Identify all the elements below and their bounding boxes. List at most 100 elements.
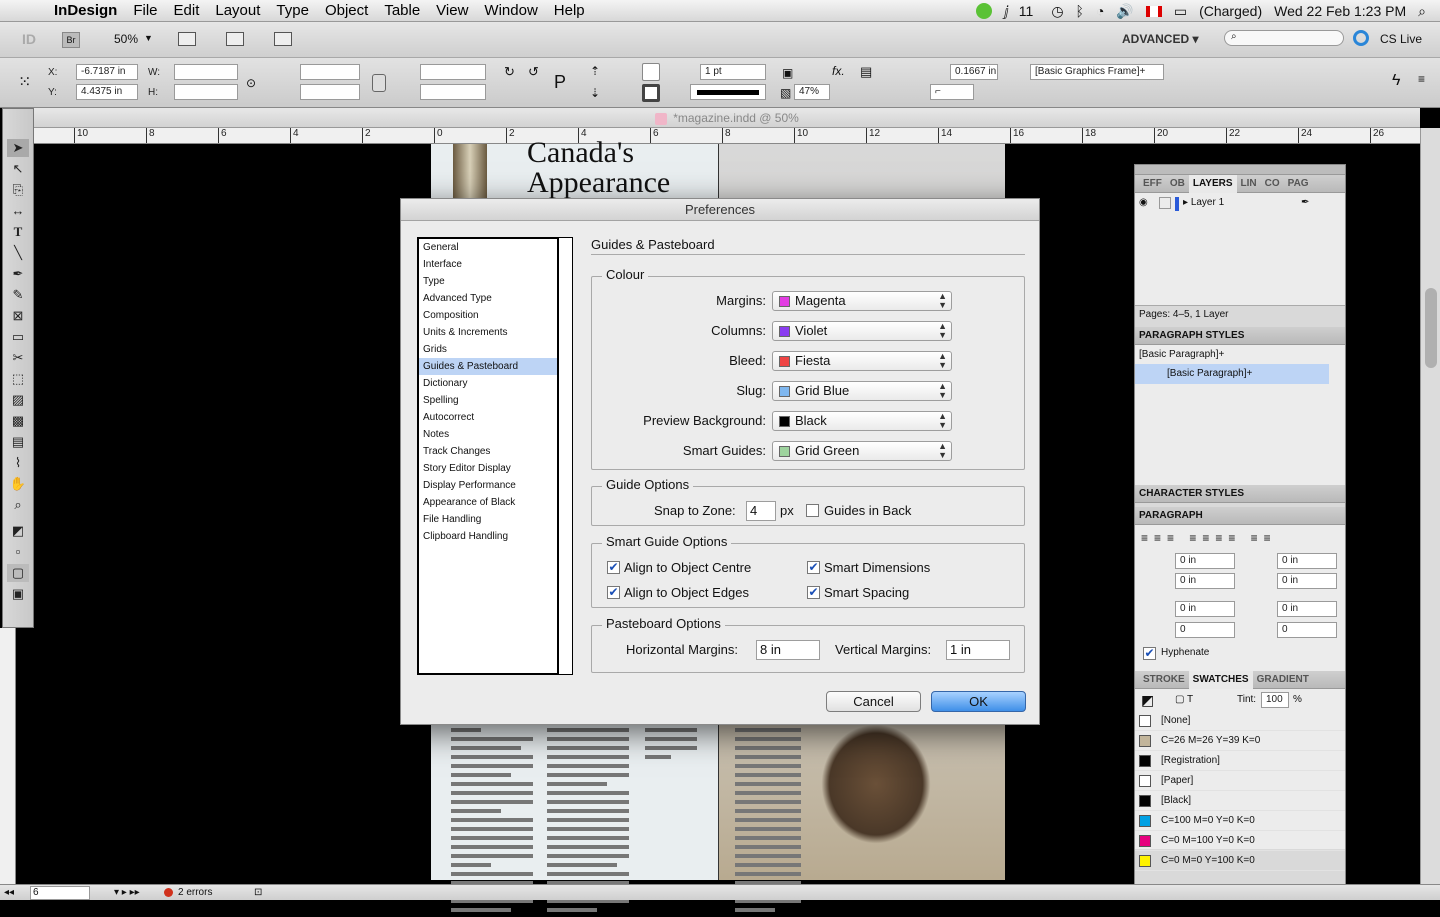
formatting-container-icon[interactable]: ▢ T (1175, 694, 1193, 705)
menu-help[interactable]: Help (546, 2, 593, 19)
formatting-affects-icon[interactable]: ▫ (7, 543, 29, 561)
slug-colour-select[interactable]: Grid Blue ▲ ▼ (772, 381, 952, 401)
effects-icon[interactable]: fx. (832, 64, 845, 78)
page-tool-icon[interactable]: ⎘ (7, 181, 29, 199)
direct-selection-tool-icon[interactable]: ↖ (7, 160, 29, 178)
scissors-tool-icon[interactable]: ✂ (7, 349, 29, 367)
canada-flag-icon[interactable] (1145, 5, 1162, 17)
menu-file[interactable]: File (125, 2, 165, 19)
category-item[interactable]: Notes (419, 426, 557, 443)
rotation-field[interactable] (420, 64, 486, 80)
vertical-scrollbar[interactable] (1420, 128, 1440, 884)
zoom-level-menu[interactable]: 50% (114, 32, 138, 46)
category-item[interactable]: Grids (419, 341, 557, 358)
menu-edit[interactable]: Edit (166, 2, 208, 19)
category-item[interactable]: Type (419, 273, 557, 290)
x-position-field[interactable]: -6.7187 in (76, 64, 138, 80)
bluetooth-icon[interactable]: ᛒ (1076, 3, 1084, 19)
tint-field[interactable]: 100 (1261, 692, 1289, 708)
menu-layout[interactable]: Layout (207, 2, 268, 19)
fill-swatch-icon[interactable] (642, 63, 660, 81)
gap-tool-icon[interactable]: ↔ (7, 202, 29, 220)
stroke-type-select[interactable] (690, 84, 766, 100)
swatch-row[interactable]: [Registration] (1135, 751, 1345, 771)
shear-field[interactable] (420, 84, 486, 100)
category-item[interactable]: Dictionary (419, 375, 557, 392)
workspace-switcher[interactable]: ADVANCED ▾ (1122, 32, 1198, 46)
pen-tool-icon[interactable]: ✒ (7, 265, 29, 283)
eyedropper-tool-icon[interactable]: ⌇ (7, 454, 29, 472)
layer-row[interactable]: ▸ Layer 1 (1183, 197, 1224, 208)
y-position-field[interactable]: 4.4375 in (76, 84, 138, 100)
hyphenate-checkbox[interactable]: ✔ (1143, 647, 1156, 660)
category-item[interactable]: Guides & Pasteboard (419, 358, 557, 375)
type-tool-icon[interactable]: T (7, 223, 29, 241)
category-list[interactable]: General Interface Type Advanced Type Composi… (417, 237, 559, 675)
hand-tool-icon[interactable]: ✋ (7, 475, 29, 493)
chain-link-icon[interactable] (372, 74, 386, 92)
cs-live-label[interactable]: CS Live (1380, 32, 1422, 46)
rotate-90-cw-icon[interactable]: ↻ (504, 64, 515, 80)
first-page-icon[interactable]: ◂◂ (4, 885, 14, 901)
free-transform-tool-icon[interactable]: ⬚ (7, 370, 29, 388)
evernote-icon[interactable] (975, 3, 992, 19)
selection-tool-icon[interactable]: ➤ (7, 139, 29, 157)
object-style-select[interactable]: [Basic Graphics Frame]+ (1030, 64, 1164, 80)
panel-dock-header[interactable] (1135, 165, 1345, 175)
normal-view-icon[interactable]: ▢ (7, 564, 29, 582)
note-tool-icon[interactable]: ▤ (7, 433, 29, 451)
battery-icon[interactable]: ▭ (1174, 3, 1187, 20)
clock[interactable]: Wed 22 Feb 1:23 PM (1274, 3, 1406, 19)
category-item[interactable]: Advanced Type (419, 290, 557, 307)
preview-mode-icon[interactable]: ▣ (7, 585, 29, 603)
space-after-field[interactable]: 0 in (1277, 601, 1337, 617)
text-wrap-icon[interactable]: ▤ (860, 64, 872, 80)
corner-options-field[interactable]: ⌐ (930, 84, 974, 100)
zoom-chevron-down-icon[interactable]: ▼ (144, 33, 153, 43)
screen-mode-icon[interactable] (226, 32, 244, 46)
category-item[interactable]: Story Editor Display (419, 460, 557, 477)
character-styles-header[interactable]: CHARACTER STYLES (1135, 485, 1345, 503)
page-number-field[interactable]: 6 (30, 886, 90, 900)
tab-stroke[interactable]: STROKE (1139, 671, 1189, 689)
category-item[interactable]: Interface (419, 256, 557, 273)
drop-shadow-icon[interactable]: ▣ (782, 66, 793, 80)
fill-stroke-icon[interactable]: ◩ (7, 522, 29, 540)
gradient-feather-tool-icon[interactable]: ▩ (7, 412, 29, 430)
category-item[interactable]: Composition (419, 307, 557, 324)
paragraph-panel-header[interactable]: PARAGRAPH (1135, 507, 1345, 525)
flip-icon[interactable]: P (554, 72, 566, 93)
select-content-icon[interactable]: ⇣ (590, 86, 600, 100)
swatch-row[interactable]: [Black] (1135, 791, 1345, 811)
layer-lock-toggle[interactable] (1159, 197, 1171, 209)
rotate-90-ccw-icon[interactable]: ↺ (528, 64, 539, 80)
select-container-icon[interactable]: ⇡ (590, 64, 600, 78)
category-item[interactable]: Appearance of Black (419, 494, 557, 511)
tab-layers[interactable]: LAYERS (1188, 175, 1237, 193)
smart-guides-colour-select[interactable]: Grid Green ▲ ▼ (772, 441, 952, 461)
left-indent-field[interactable]: 0 in (1175, 553, 1235, 569)
stroke-swatch-icon[interactable] (642, 84, 660, 102)
menu-object[interactable]: Object (317, 2, 376, 19)
swatch-row[interactable]: C=26 M=26 Y=39 K=0 (1135, 731, 1345, 751)
first-line-indent-field[interactable]: 0 in (1175, 573, 1235, 589)
next-page-icon[interactable]: ▾ ▸ ▸▸ (114, 885, 140, 901)
cs-live-icon[interactable] (1353, 30, 1369, 46)
category-item[interactable]: File Handling (419, 511, 557, 528)
margins-colour-select[interactable]: Magenta ▲ ▼ (772, 291, 952, 311)
snap-to-zone-field[interactable]: 4 (746, 501, 776, 521)
opacity-icon[interactable]: ▧ (780, 86, 791, 100)
align-to-object-edges-checkbox[interactable]: ✔ (607, 586, 620, 599)
time-machine-icon[interactable]: ◷ (1051, 3, 1063, 20)
preview-background-select[interactable]: Black ▲ ▼ (772, 411, 952, 431)
swatch-row[interactable]: [None] (1135, 711, 1345, 731)
tab-links[interactable]: LIN (1237, 175, 1261, 193)
line-tool-icon[interactable]: ╲ (7, 244, 29, 262)
view-options-icon[interactable] (178, 32, 196, 46)
swatch-row[interactable]: C=0 M=100 Y=0 K=0 (1135, 831, 1345, 851)
gap-field[interactable]: 0.1667 in (950, 64, 998, 80)
columns-colour-select[interactable]: Violet ▲ ▼ (772, 321, 952, 341)
layer-visibility-eye-icon[interactable]: ◉ (1139, 197, 1148, 208)
category-item[interactable]: Track Changes (419, 443, 557, 460)
tab-color[interactable]: CO (1261, 175, 1284, 193)
